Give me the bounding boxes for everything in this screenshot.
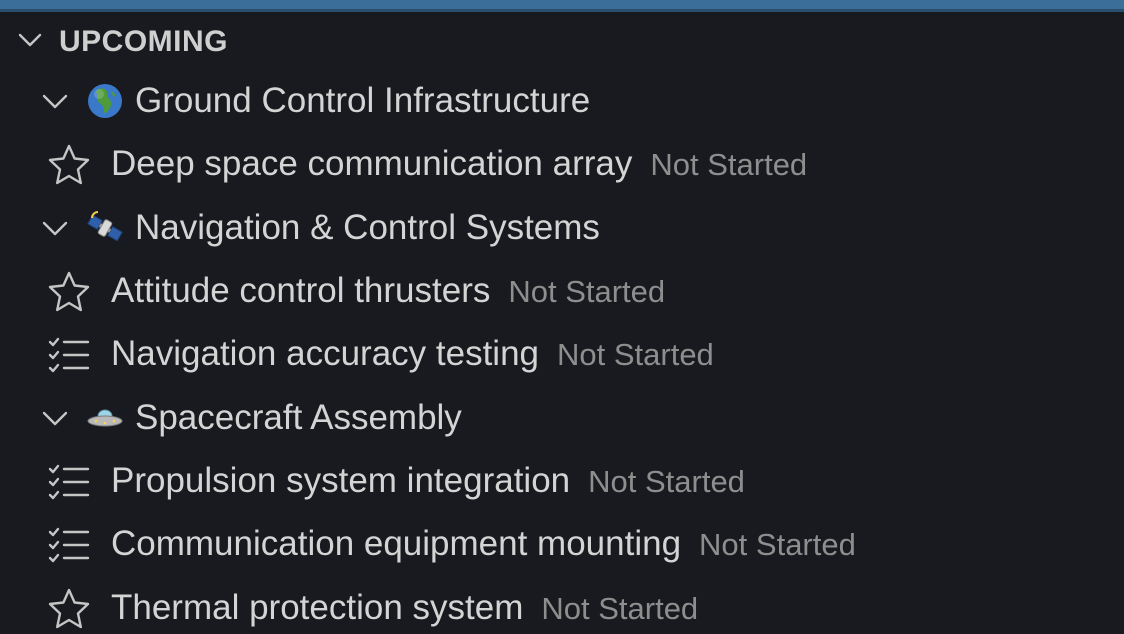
tree-item-label: Deep space communication array: [111, 144, 633, 183]
view-title-bar: [0, 0, 1124, 12]
checklist-icon: [46, 459, 92, 505]
tree-item-label: Thermal protection system: [111, 588, 524, 627]
group-label: Navigation & Control Systems: [135, 208, 600, 247]
tree-item-label: Attitude control thrusters: [111, 271, 491, 310]
tree-item-label: Navigation accuracy testing: [111, 334, 539, 373]
chevron-down-icon[interactable]: [40, 213, 70, 243]
tree-item-label: Communication equipment mounting: [111, 524, 682, 563]
status-badge: Not Started: [650, 147, 808, 182]
star-icon: [46, 142, 92, 188]
checklist-icon: [46, 332, 92, 378]
status-badge: Not Started: [588, 464, 745, 499]
tree-item-deep-space-comm[interactable]: Deep space communication array Not Start…: [0, 134, 1124, 197]
chevron-down-icon[interactable]: [16, 26, 44, 54]
chevron-down-icon[interactable]: [40, 403, 70, 433]
satellite-icon: [86, 209, 124, 247]
checklist-icon: [46, 522, 92, 568]
tree-item-thermal-protection[interactable]: Thermal protection system Not Started: [0, 578, 1124, 634]
status-badge: Not Started: [557, 337, 714, 372]
tree-item-comm-mounting[interactable]: Communication equipment mounting Not Sta…: [0, 514, 1124, 577]
status-badge: Not Started: [699, 527, 856, 562]
status-badge: Not Started: [541, 591, 699, 626]
globe-africa-icon: [86, 82, 124, 120]
tree-item-propulsion-integration[interactable]: Propulsion system integration Not Starte…: [0, 451, 1124, 514]
group-label: Spacecraft Assembly: [135, 398, 462, 437]
tree-view: UPCOMING Ground Control Infrastructure D…: [0, 12, 1124, 634]
tree-item-navigation-testing[interactable]: Navigation accuracy testing Not Started: [0, 324, 1124, 387]
star-icon: [46, 269, 92, 315]
tree-group-spacecraft-assembly[interactable]: Spacecraft Assembly: [0, 387, 1124, 450]
star-icon: [46, 586, 92, 632]
flying-saucer-icon: [86, 399, 124, 437]
group-label: Ground Control Infrastructure: [135, 81, 591, 120]
chevron-down-icon[interactable]: [40, 86, 70, 116]
tree-group-navigation-control[interactable]: Navigation & Control Systems: [0, 197, 1124, 260]
status-badge: Not Started: [508, 274, 666, 309]
tree-item-label: Propulsion system integration: [111, 461, 571, 500]
tree-item-attitude-thrusters[interactable]: Attitude control thrusters Not Started: [0, 261, 1124, 324]
section-title: UPCOMING: [59, 25, 228, 58]
tree-group-ground-control[interactable]: Ground Control Infrastructure: [0, 70, 1124, 133]
section-header-upcoming[interactable]: UPCOMING: [0, 12, 1124, 68]
